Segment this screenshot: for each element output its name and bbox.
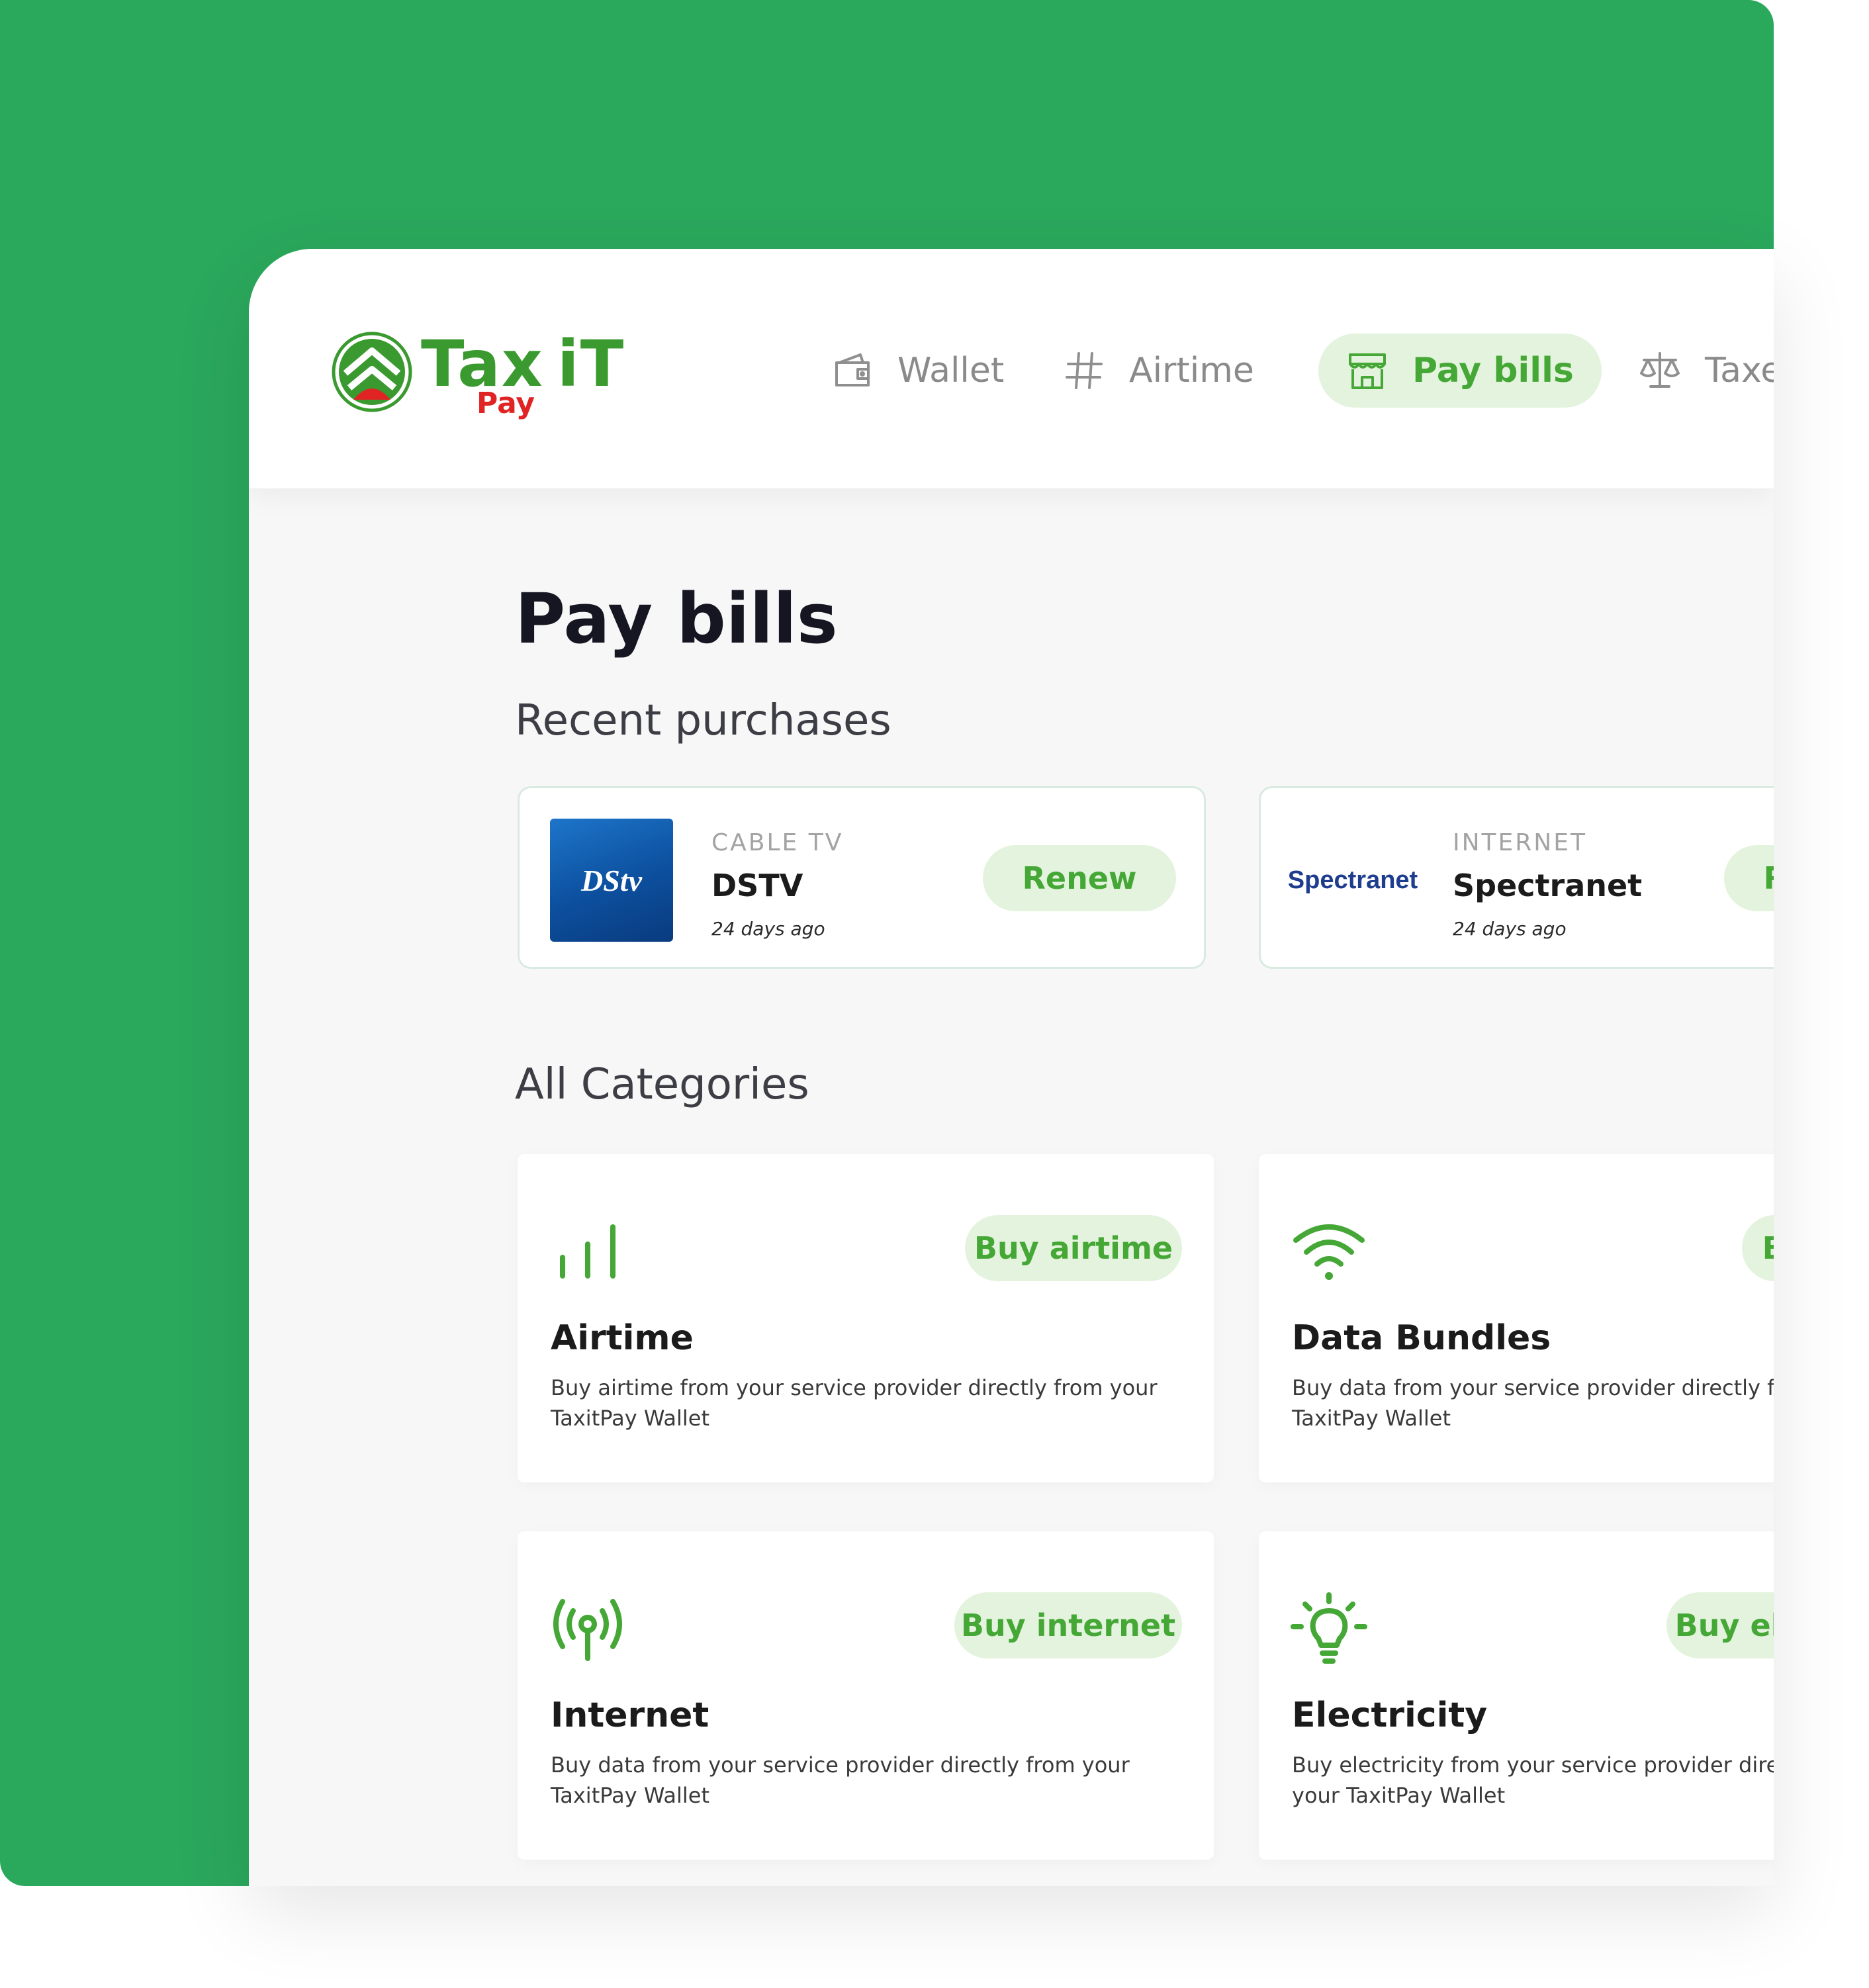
- category-title: Internet: [551, 1695, 709, 1735]
- category-description: Buy electricity from your service provid…: [1292, 1752, 1774, 1808]
- buy-internet-button[interactable]: Buy internet: [954, 1592, 1182, 1658]
- category-title: Data Bundles: [1292, 1318, 1551, 1358]
- purchase-provider-name: Spectranet: [1453, 868, 1643, 903]
- nav-item-airtime[interactable]: Airtime: [1063, 334, 1254, 408]
- page-title: Pay bills: [515, 578, 838, 659]
- buy-airtime-button[interactable]: Buy airtime: [965, 1215, 1182, 1281]
- nav-label: Wallet: [897, 351, 1005, 390]
- renew-button[interactable]: Renew: [983, 845, 1176, 911]
- hash-icon: [1066, 352, 1103, 389]
- broadcast-antenna-icon: [553, 1599, 622, 1661]
- purchase-category: INTERNET: [1453, 829, 1587, 856]
- category-title: Electricity: [1292, 1695, 1488, 1735]
- logo-word-pay: Pay: [477, 386, 535, 420]
- wifi-icon: [1293, 1224, 1365, 1280]
- taxit-pay-logo[interactable]: Tax iT Pay: [331, 327, 623, 424]
- category-description: Buy data from your service provider dire…: [551, 1752, 1130, 1808]
- nav-item-taxes[interactable]: Taxes: [1639, 334, 1774, 408]
- logo-word-it: iT: [557, 327, 625, 401]
- signal-bars-icon: [560, 1224, 615, 1279]
- category-card-airtime[interactable]: Buy airtime Airtime Buy airtime from you…: [518, 1154, 1214, 1482]
- purchase-time: 24 days ago: [711, 918, 825, 940]
- nav-label: Pay bills: [1412, 351, 1574, 390]
- recent-purchases-heading: Recent purchases: [515, 696, 891, 745]
- lightbulb-icon: [1291, 1592, 1367, 1664]
- buy-electricity-button[interactable]: Buy electricity: [1666, 1592, 1774, 1658]
- purchase-time: 24 days ago: [1453, 918, 1567, 940]
- nav-item-pay-bills[interactable]: Pay bills: [1318, 334, 1602, 408]
- recent-purchase-card[interactable]: DStv CABLE TV DSTV 24 days ago Renew: [518, 786, 1206, 969]
- logo-mark-icon: [332, 332, 412, 412]
- all-categories-heading: All Categories: [515, 1060, 809, 1109]
- recent-purchase-card[interactable]: Spectranet INTERNET Spectranet 24 days a…: [1259, 786, 1774, 969]
- nav-item-wallet[interactable]: Wallet: [831, 334, 1004, 408]
- category-card-data-bundles[interactable]: Buy data Data Bundles Buy data from your…: [1259, 1154, 1774, 1482]
- wallet-icon: [835, 353, 870, 386]
- buy-data-button[interactable]: Buy data: [1742, 1215, 1774, 1281]
- nav-label: Taxes: [1705, 351, 1774, 390]
- scale-icon: [1640, 352, 1680, 388]
- category-card-internet[interactable]: Buy internet Internet Buy data from your…: [518, 1531, 1214, 1860]
- category-title: Airtime: [551, 1318, 694, 1358]
- nav-label: Airtime: [1129, 351, 1254, 390]
- app-window: Tax iT Pay Wallet Airtime Pay bills Taxe…: [249, 249, 1774, 1886]
- store-icon: [1349, 353, 1386, 389]
- spectranet-logo: Spectranet: [1287, 866, 1418, 894]
- category-card-electricity[interactable]: Buy electricity Electricity Buy electric…: [1259, 1531, 1774, 1860]
- purchase-provider-name: DSTV: [711, 868, 803, 903]
- renew-button[interactable]: Renew: [1724, 845, 1774, 911]
- dstv-logo: DStv: [550, 819, 673, 942]
- top-navigation-bar: Tax iT Pay Wallet Airtime Pay bills Taxe: [249, 249, 1774, 488]
- category-description: Buy airtime from your service provider d…: [551, 1375, 1158, 1431]
- category-description: Buy data from your service provider dire…: [1292, 1375, 1774, 1431]
- purchase-category: CABLE TV: [711, 829, 844, 856]
